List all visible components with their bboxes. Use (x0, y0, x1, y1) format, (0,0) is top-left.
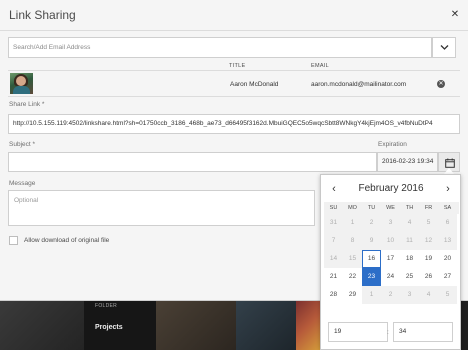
calendar-day[interactable]: 2 (381, 286, 400, 304)
calendar-day[interactable]: 25 (400, 268, 419, 286)
calendar-day[interactable]: 13 (438, 232, 457, 250)
calendar-day[interactable]: 26 (419, 268, 438, 286)
weekday-header: SA (443, 205, 452, 211)
folder-card[interactable]: FOLDER Projects (84, 300, 156, 350)
calendar-day[interactable]: 7 (324, 232, 343, 250)
calendar-day[interactable]: 18 (400, 250, 419, 268)
calendar-day[interactable]: 31 (324, 214, 343, 232)
calendar-day[interactable]: 29 (343, 286, 362, 304)
share-link-field[interactable]: http://10.5.155.119:4502/linkshare.html?… (8, 114, 460, 134)
folder-name: Projects (95, 324, 123, 331)
weekday-header: TH (405, 205, 414, 211)
column-header-title: TITLE (229, 63, 246, 69)
calendar-week-row: 7 8 9 10 11 12 13 (324, 232, 459, 250)
weekday-header: WE (386, 205, 395, 211)
subject-label: Subject * (9, 141, 36, 148)
calendar-day[interactable]: 14 (324, 250, 343, 268)
calendar-week-row: 31 1 2 3 4 5 6 (324, 214, 459, 232)
calendar-day[interactable]: 10 (381, 232, 400, 250)
avatar (10, 73, 33, 94)
calendar-day[interactable]: 19 (419, 250, 438, 268)
asset-thumbnail[interactable] (296, 300, 320, 350)
user-email: aaron.mcdonald@mailinator.com (311, 81, 407, 88)
calendar-day[interactable]: 2 (362, 214, 381, 232)
calendar-month-label: February 2016 (358, 183, 424, 194)
search-input[interactable]: Search/Add Email Address (8, 37, 432, 58)
calendar-day[interactable]: 22 (343, 268, 362, 286)
calendar-week-row: 28 29 1 2 3 4 5 (324, 286, 459, 304)
expiration-field[interactable]: 2016-02-23 19:34 (377, 152, 438, 172)
asset-thumbnail[interactable] (156, 300, 236, 350)
next-month-icon[interactable]: › (442, 183, 454, 195)
calendar-day[interactable]: 12 (419, 232, 438, 250)
calendar-day[interactable]: 5 (438, 286, 457, 304)
allow-download-checkbox[interactable] (9, 236, 18, 245)
divider (0, 30, 468, 31)
user-name: Aaron McDonald (230, 81, 279, 88)
calendar-day[interactable]: 4 (400, 214, 419, 232)
subject-field[interactable] (8, 152, 377, 172)
weekday-header-row: SU MO TU WE TH FR SA (324, 202, 459, 214)
weekday-header: TU (367, 205, 376, 211)
divider (8, 96, 460, 97)
asset-thumbnail[interactable] (236, 300, 296, 350)
calendar-day[interactable]: 4 (419, 286, 438, 304)
weekday-header: SU (329, 205, 338, 211)
calendar-grid: SU MO TU WE TH FR SA 31 1 2 3 4 5 6 7 8 9 10 11 12 13 14 15 16 1… (324, 202, 459, 304)
message-label: Message (9, 180, 36, 187)
calendar-day[interactable]: 20 (438, 250, 457, 268)
calendar-day[interactable]: 5 (419, 214, 438, 232)
calendar-day[interactable]: 23 (362, 268, 381, 286)
calendar-day[interactable]: 1 (362, 286, 381, 304)
calendar-day[interactable]: 6 (438, 214, 457, 232)
calendar-day[interactable]: 9 (362, 232, 381, 250)
calendar-day[interactable]: 15 (343, 250, 362, 268)
remove-icon[interactable]: ✕ (437, 80, 445, 88)
calendar-day[interactable]: 17 (381, 250, 400, 268)
calendar-week-row: 21 22 23 24 25 26 27 (324, 268, 459, 286)
calendar-icon (445, 158, 455, 168)
calendar-day[interactable]: 11 (400, 232, 419, 250)
weekday-header: MO (348, 205, 357, 211)
chevron-down-icon (440, 45, 449, 50)
asset-thumbnail[interactable] (0, 300, 84, 350)
expiration-label: Expiration (378, 141, 407, 148)
time-separator: : (387, 329, 389, 336)
prev-month-icon[interactable]: ‹ (328, 183, 340, 195)
calendar-day[interactable]: 3 (400, 286, 419, 304)
calendar-day[interactable]: 27 (438, 268, 457, 286)
calendar-day[interactable]: 1 (343, 214, 362, 232)
weekday-header: FR (424, 205, 433, 211)
close-icon[interactable]: ✕ (449, 9, 461, 21)
dialog-title: Link Sharing (9, 8, 76, 22)
calendar-day[interactable]: 21 (324, 268, 343, 286)
minute-field[interactable]: 34 (393, 322, 453, 342)
calendar-day[interactable]: 8 (343, 232, 362, 250)
calendar-week-row: 14 15 16 17 18 19 20 (324, 250, 459, 268)
folder-caption: FOLDER (95, 303, 118, 309)
message-field[interactable]: Optional (8, 190, 315, 226)
allow-download-label: Allow download of original file (24, 237, 110, 244)
hour-field[interactable]: 19 (328, 322, 388, 342)
column-header-email: EMAIL (311, 63, 330, 69)
calendar-day[interactable]: 28 (324, 286, 343, 304)
calendar-day[interactable]: 16 (362, 250, 381, 268)
share-link-label: Share Link * (9, 101, 45, 108)
calendar-day[interactable]: 24 (381, 268, 400, 286)
divider (8, 70, 460, 71)
search-dropdown-button[interactable] (432, 37, 456, 58)
calendar-day[interactable]: 3 (381, 214, 400, 232)
